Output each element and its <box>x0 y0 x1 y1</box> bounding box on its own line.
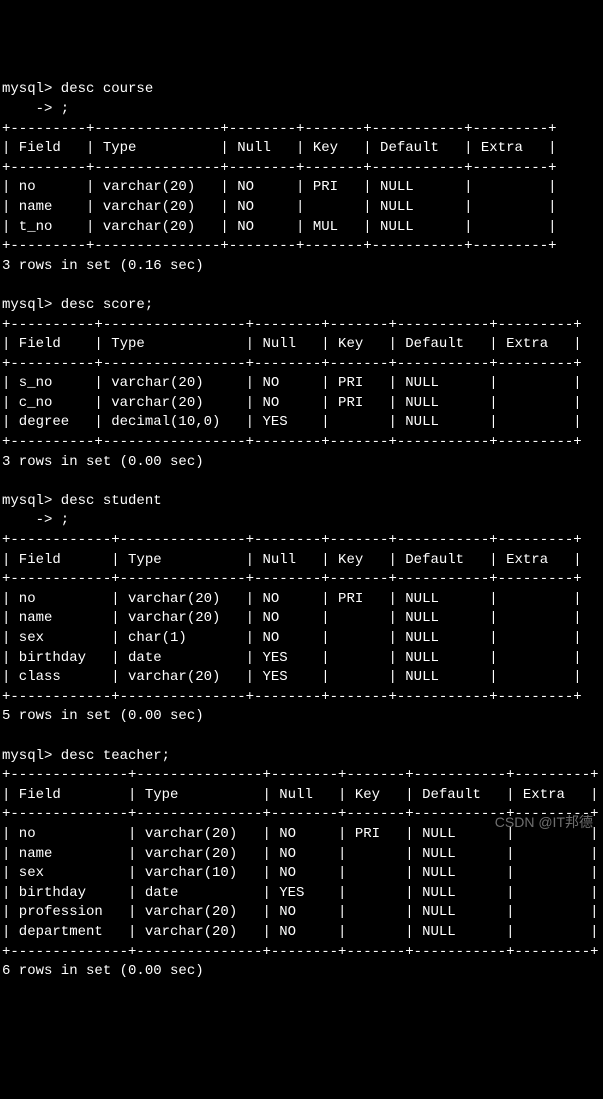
terminal-output: mysql> desc course -> ; +---------+-----… <box>2 80 601 981</box>
watermark: CSDN @IT邦德 <box>495 813 593 833</box>
